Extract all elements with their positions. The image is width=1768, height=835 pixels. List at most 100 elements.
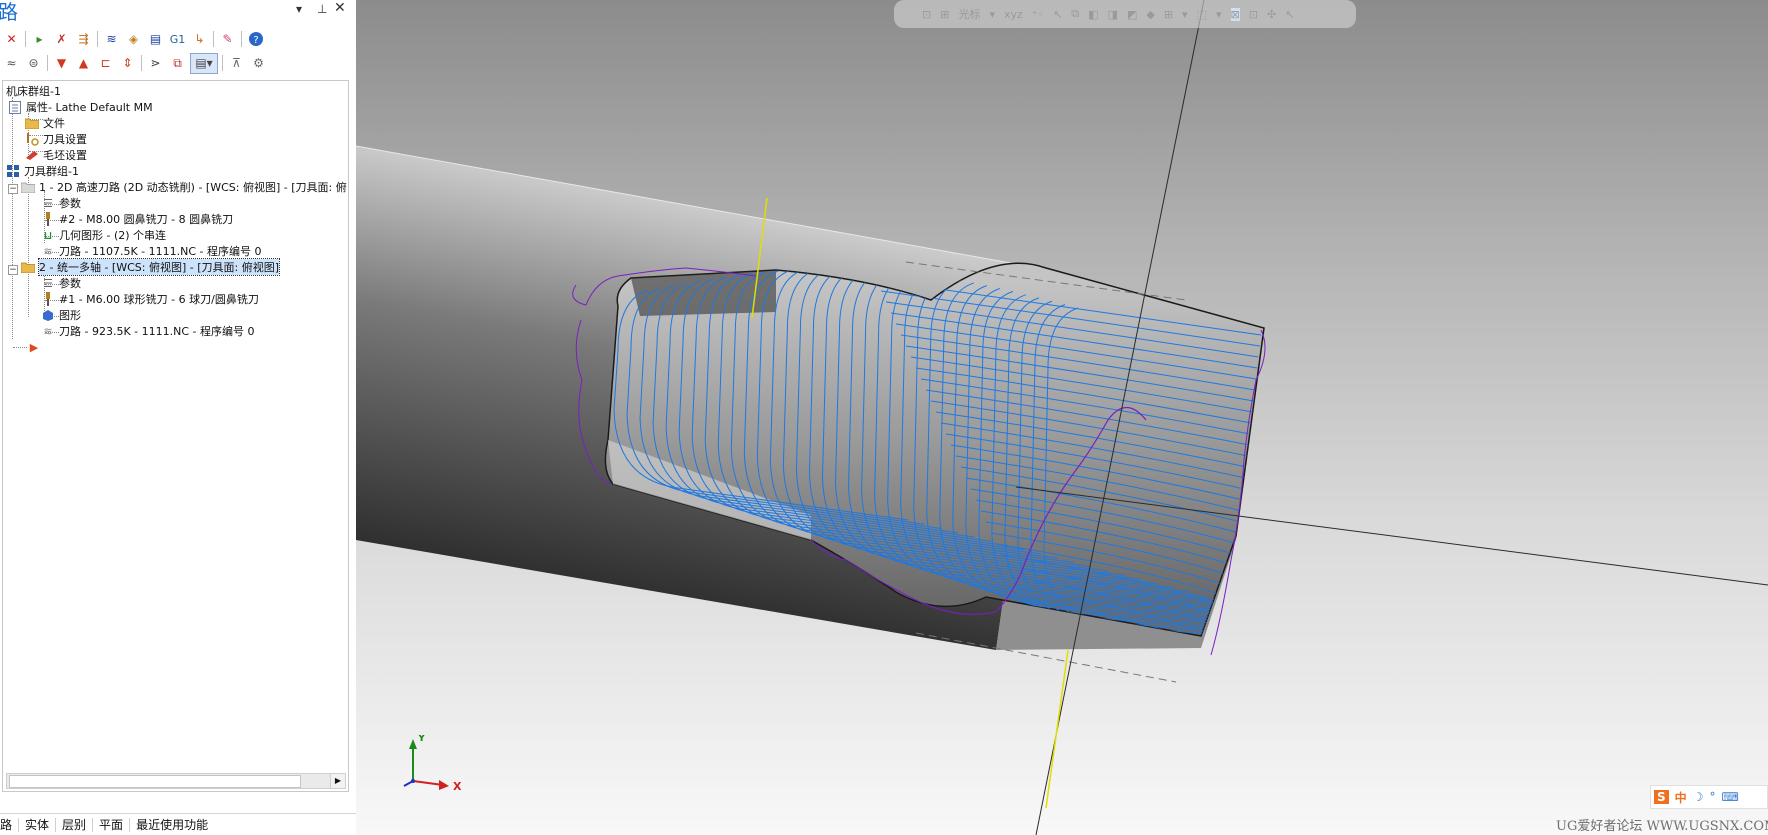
tree-node-machine-group[interactable]: 机床群组-1 bbox=[6, 83, 61, 99]
tree-node-tool-settings[interactable]: 刀具设置 bbox=[25, 131, 87, 147]
tab-toolpaths[interactable]: 路 bbox=[0, 818, 20, 832]
select-window-icon[interactable]: ◧ bbox=[1088, 8, 1098, 21]
selection-toolbar: ⊡ ⊞ 光标 ▾ xyz ⁺◦ ↖ ⧉ ◧ ◨ ◩ ◆ ⊞ ▾ ⬚ ▾ ⊠ ⊡ … bbox=[894, 0, 1356, 28]
regenerate-dirty-icon[interactable]: ✗ bbox=[52, 30, 71, 49]
insert-arrow-icon[interactable]: ⊏ bbox=[96, 54, 115, 73]
xyz-label[interactable]: xyz bbox=[1004, 8, 1023, 21]
simulate-icon[interactable]: ◈ bbox=[124, 30, 143, 49]
cursor-dropdown-icon[interactable]: ▾ bbox=[989, 8, 995, 21]
verify-selected-icon[interactable]: ≋ bbox=[102, 30, 121, 49]
operations-tree[interactable]: − − 机床群组-1 属性 - Lathe Default MM 文件 刀具设置… bbox=[2, 80, 349, 792]
select-vector-icon[interactable]: ◩ bbox=[1127, 8, 1137, 21]
backplot-icon[interactable]: ⇶ bbox=[74, 30, 93, 49]
panel-title: 路 bbox=[0, 0, 18, 24]
tree-node-properties[interactable]: 属性 - Lathe Default MM bbox=[8, 99, 153, 115]
tree-node-toolpath-group[interactable]: 刀具群组-1 bbox=[6, 163, 79, 179]
tree-node-op2-params[interactable]: ☰ 参数 bbox=[41, 275, 81, 291]
toolpath-manager-panel: 路 ▾ ⊥ ✕ ✕ ▸ ✗ ⇶ ≋ ◈ ▤ G1 ↳ ✎ ? ≈ ⊜ ▼ ▲ ⊏… bbox=[0, 0, 356, 835]
arrow-select-icon[interactable]: ↖ bbox=[1285, 8, 1294, 21]
tree-node-stock-settings[interactable]: 毛坯设置 bbox=[25, 147, 87, 163]
operation-1-label: 1 - 2D 高速刀路 (2D 动态铣削) - [WCS: 俯视图] - [刀具… bbox=[39, 181, 347, 194]
tab-planes[interactable]: 平面 bbox=[93, 818, 131, 832]
panel-close-button[interactable]: ✕ bbox=[334, 0, 346, 16]
select-solid-icon[interactable]: ◆ bbox=[1146, 8, 1154, 21]
g1-post-icon[interactable]: G1 bbox=[168, 30, 187, 49]
panel-menu-button[interactable]: ▾ bbox=[296, 2, 302, 16]
display-selected-icon[interactable]: ⋗ bbox=[146, 54, 165, 73]
vertex-select-icon[interactable]: ✣ bbox=[1267, 8, 1276, 21]
files-label: 文件 bbox=[43, 117, 65, 130]
toolpath-group-icon bbox=[6, 164, 20, 178]
keyboard-icon[interactable]: ⌨ bbox=[1721, 790, 1738, 804]
moon-icon[interactable]: ☽ bbox=[1693, 790, 1704, 804]
highspeed-icon[interactable]: ✎ bbox=[218, 30, 237, 49]
tab-solids[interactable]: 实体 bbox=[19, 818, 57, 832]
select-box-icon[interactable]: ⬚ bbox=[1197, 8, 1207, 21]
toolbar-row-2: ≈ ⊜ ▼ ▲ ⊏ ⇕ ⋗ ⧉ ▤▾ ⊼ ⚙ bbox=[2, 52, 271, 74]
lock-icon[interactable]: ⊡ bbox=[922, 8, 931, 21]
regenerate-selected-icon[interactable]: ▸ bbox=[30, 30, 49, 49]
select-all-operations-icon[interactable]: ✕ bbox=[2, 30, 21, 49]
ime-status-bar[interactable]: S 中 ☽ ° ⌨ bbox=[1650, 785, 1768, 809]
expand-op2-icon[interactable]: − bbox=[8, 265, 18, 275]
solid-select-icon[interactable]: ⊡ bbox=[1249, 8, 1258, 21]
insert-arrow-icon: ▶ bbox=[29, 340, 39, 354]
toggle-toolpath-display-icon[interactable]: ≈ bbox=[2, 54, 21, 73]
ime-language[interactable]: 中 bbox=[1675, 789, 1687, 806]
scrollbar-thumb[interactable] bbox=[9, 775, 301, 788]
graphics-viewport[interactable]: ⊡ ⊞ 光标 ▾ xyz ⁺◦ ↖ ⧉ ◧ ◨ ◩ ◆ ⊞ ▾ ⬚ ▾ ⊠ ⊡ … bbox=[356, 0, 1768, 835]
sogou-logo-icon: S bbox=[1654, 790, 1669, 804]
tree-node-op2-toolpath[interactable]: ≋ 刀路 - 923.5K - 1111.NC - 程序编号 0 bbox=[41, 323, 255, 339]
tree-node-files[interactable]: 文件 bbox=[25, 115, 65, 131]
help-icon[interactable]: ? bbox=[246, 30, 265, 49]
point-icon[interactable]: ⁺◦ bbox=[1032, 8, 1044, 21]
display-options-icon[interactable]: ▤▾ bbox=[190, 52, 218, 74]
select-entity-icon[interactable]: ⊠ bbox=[1230, 7, 1240, 21]
lock-icon[interactable]: ⊜ bbox=[24, 54, 43, 73]
tree-insert-arrow[interactable]: ▶ bbox=[27, 339, 45, 355]
settings-icon[interactable]: ⚙ bbox=[249, 54, 268, 73]
tree-node-op1-toolpath[interactable]: ≋ 刀路 - 1107.5K - 1111.NC - 程序编号 0 bbox=[41, 243, 261, 259]
move-up-icon[interactable]: ▲ bbox=[74, 54, 93, 73]
tree-node-op1-tool[interactable]: #2 - M8.00 圆鼻铣刀 - 8 圆鼻铣刀 bbox=[41, 211, 233, 227]
folder-icon bbox=[25, 116, 39, 130]
op1-geometry-label: 几何图形 - (2) 个串连 bbox=[59, 229, 167, 242]
op2-tool-label: #1 - M6.00 球形铣刀 - 6 球刀/圆鼻铣刀 bbox=[59, 293, 259, 306]
scroll-to-insert-icon[interactable]: ⇕ bbox=[118, 54, 137, 73]
display-all-icon[interactable]: ⧉ bbox=[168, 54, 187, 73]
punctuation-icon[interactable]: ° bbox=[1709, 790, 1715, 804]
tree-node-operation-1[interactable]: 1 - 2D 高速刀路 (2D 动态铣削) - [WCS: 俯视图] - [刀具… bbox=[21, 179, 347, 195]
tab-levels[interactable]: 层别 bbox=[56, 818, 94, 832]
tab-recent-functions[interactable]: 最近使用功能 bbox=[130, 818, 214, 832]
move-down-icon[interactable]: ▼ bbox=[52, 54, 71, 73]
pointer-icon[interactable]: ↖ bbox=[1053, 8, 1062, 21]
post-selected-icon[interactable]: ↳ bbox=[190, 30, 209, 49]
op2-params-label: 参数 bbox=[59, 277, 81, 290]
machine-simulation-icon[interactable]: ▤ bbox=[146, 30, 165, 49]
tool-icon bbox=[41, 292, 55, 306]
panel-pin-button[interactable]: ⊥ bbox=[317, 2, 327, 16]
select-polygon-icon[interactable]: ◨ bbox=[1108, 8, 1118, 21]
cursor-label[interactable]: 光标 bbox=[958, 6, 980, 22]
toolpath-group-label: 刀具群组-1 bbox=[24, 165, 79, 178]
dropdown-icon[interactable]: ▾ bbox=[1182, 8, 1188, 21]
tree-node-op2-tool[interactable]: #1 - M6.00 球形铣刀 - 6 球刀/圆鼻铣刀 bbox=[41, 291, 259, 307]
tree-node-operation-2[interactable]: 2 - 统一多轴 - [WCS: 俯视图] - [刀具面: 俯视图] bbox=[21, 258, 280, 276]
tree-node-op1-params[interactable]: ☰ 参数 bbox=[41, 195, 81, 211]
properties-suffix: - Lathe Default MM bbox=[48, 100, 153, 114]
tree-node-op1-geometry[interactable]: ⊔ 几何图形 - (2) 个串连 bbox=[41, 227, 166, 243]
scroll-right-icon[interactable]: ▶ bbox=[330, 774, 345, 788]
op2-toolpath-label: 刀路 - 923.5K - 1111.NC - 程序编号 0 bbox=[59, 325, 255, 338]
autocursor-icon[interactable]: ⊞ bbox=[940, 8, 949, 21]
tool-settings-label: 刀具设置 bbox=[43, 133, 87, 146]
expand-op1-icon[interactable]: − bbox=[8, 184, 18, 194]
dropdown-icon[interactable]: ▾ bbox=[1216, 8, 1222, 21]
tree-horizontal-scrollbar[interactable]: ▶ bbox=[6, 773, 346, 789]
tree-node-op2-geometry[interactable]: 图形 bbox=[41, 307, 81, 323]
op1-params-label: 参数 bbox=[59, 197, 81, 210]
select-chain-icon[interactable]: ⧉ bbox=[1071, 7, 1079, 21]
toolpath-editor-icon[interactable]: ⊼ bbox=[227, 54, 246, 73]
select-area-icon[interactable]: ⊞ bbox=[1164, 8, 1173, 21]
triad-x-label: X bbox=[453, 780, 462, 793]
tool-axis-bottom bbox=[1045, 649, 1069, 809]
